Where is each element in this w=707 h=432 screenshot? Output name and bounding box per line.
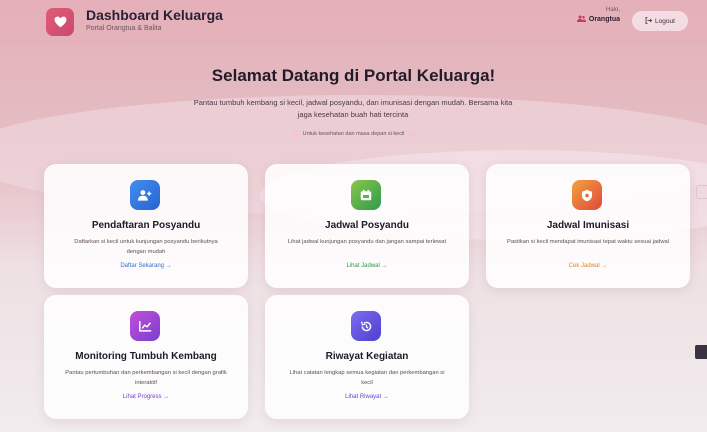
arrow-right-icon: → (163, 394, 170, 400)
calendar-icon (351, 180, 381, 210)
card-link-label: Daftar Sekarang (120, 263, 165, 269)
hero-title: Selamat Datang di Portal Keluarga! (211, 66, 496, 85)
card-link-label: Cek Jadwal (568, 263, 600, 269)
card-description: Daftarkan si kecil untuk kunjungan posya… (74, 239, 218, 255)
arrow-right-icon: → (381, 263, 388, 269)
card-link[interactable]: Lihat Riwayat → (265, 394, 469, 400)
logout-icon (645, 16, 653, 26)
hero-tagline: Untuk kesehatan dan masa depan si kecil (0, 130, 707, 137)
card-link[interactable]: Lihat Progress → (44, 394, 248, 400)
page: Dashboard Keluarga Portal Orangtua & Bal… (0, 0, 707, 432)
card-riwayat-kegiatan[interactable]: Riwayat Kegiatan Lihat catatan lengkap s… (265, 295, 469, 419)
app-subtitle: Portal Orangtua & Balita (86, 25, 162, 32)
heart-icon (408, 130, 416, 137)
card-link[interactable]: Lihat Jadwal → (265, 263, 469, 269)
side-tab-icon[interactable] (696, 185, 707, 199)
card-title: Jadwal Posyandu (325, 220, 409, 231)
arrow-right-icon: → (165, 263, 172, 269)
card-link-label: Lihat Progress (122, 394, 162, 400)
heart-logo-icon[interactable] (46, 8, 74, 36)
arrow-right-icon: → (601, 263, 608, 269)
users-icon (576, 15, 586, 24)
card-jadwal-imunisasi[interactable]: Jadwal Imunisasi Pastikan si kecil menda… (486, 164, 690, 288)
logout-label: Logout (655, 17, 675, 25)
card-description: Pastikan si kecil mendapat imunisasi tep… (506, 239, 670, 245)
chart-icon (130, 311, 160, 341)
side-panel-toggle-icon[interactable] (695, 345, 707, 359)
heart-icon (291, 130, 299, 137)
hero-description: Pantau tumbuh kembang si kecil, jadwal p… (193, 98, 513, 119)
history-icon (351, 311, 381, 341)
card-jadwal-posyandu[interactable]: Jadwal Posyandu Lihat jadwal kunjungan p… (265, 164, 469, 288)
card-link-label: Lihat Jadwal (346, 263, 380, 269)
greeting-text: Halo, (605, 7, 620, 13)
logout-button[interactable]: Logout (632, 11, 688, 31)
card-description: Lihat jadwal kunjungan posyandu dan jang… (287, 239, 447, 245)
arrow-right-icon: → (382, 394, 389, 400)
card-title: Jadwal Imunisasi (546, 220, 630, 231)
user-greeting: Halo, Orangtua (576, 7, 620, 24)
card-pendaftaran-posyandu[interactable]: Pendaftaran Posyandu Daftarkan si kecil … (44, 164, 248, 288)
card-link-label: Lihat Riwayat (345, 394, 382, 400)
card-monitoring-tumbuh-kembang[interactable]: Monitoring Tumbuh Kembang Pantau pertumb… (44, 295, 248, 419)
app-title: Dashboard Keluarga (86, 7, 223, 23)
card-title: Monitoring Tumbuh Kembang (75, 351, 217, 362)
card-title: Pendaftaran Posyandu (91, 220, 201, 231)
user-name-row: Orangtua (576, 15, 620, 24)
card-description: Lihat catatan lengkap semua kegiatan dan… (289, 370, 445, 386)
card-title: Riwayat Kegiatan (325, 351, 409, 362)
card-link[interactable]: Daftar Sekarang → (44, 263, 248, 269)
card-description: Pantau pertumbuhan dan perkembangan si k… (65, 370, 227, 386)
shield-icon (572, 180, 602, 210)
tagline-text: Untuk kesehatan dan masa depan si kecil (302, 130, 405, 137)
user-name: Orangtua (588, 16, 620, 23)
card-link[interactable]: Cek Jadwal → (486, 263, 690, 269)
add-user-icon (130, 180, 160, 210)
